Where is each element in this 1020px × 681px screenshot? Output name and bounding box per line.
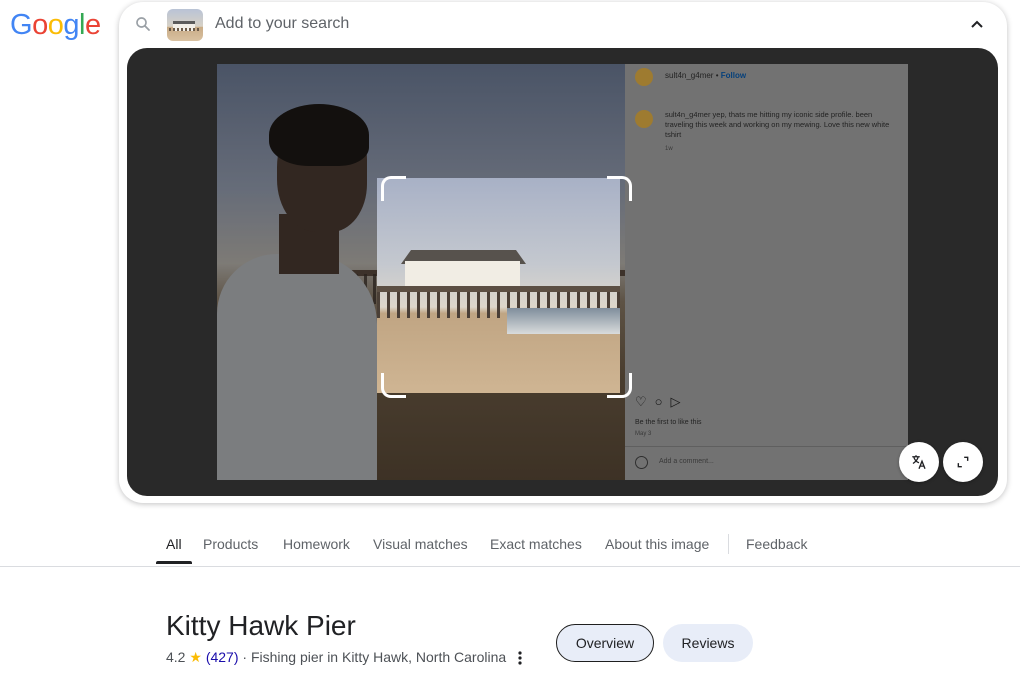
crop-handle-bottom-right[interactable] (607, 373, 632, 398)
place-category: · Fishing pier in Kitty Hawk, North Caro… (242, 649, 507, 665)
tab-about-this-image[interactable]: About this image (605, 536, 709, 552)
crop-handle-top-right[interactable] (607, 176, 632, 201)
star-icon: ★ (189, 649, 202, 665)
page-title: Kitty Hawk Pier (166, 610, 356, 641)
place-meta: 4.2 ★ (427) · Fishing pier in Kitty Hawk… (166, 649, 506, 666)
search-image-thumbnail[interactable] (167, 9, 203, 41)
uploaded-image: sult4n_g4mer • Follow sult4n_g4mer yep, … (217, 64, 908, 480)
tab-visual-matches[interactable]: Visual matches (373, 536, 468, 552)
tab-homework[interactable]: Homework (283, 536, 350, 552)
image-viewer: sult4n_g4mer • Follow sult4n_g4mer yep, … (127, 48, 998, 496)
crop-handle-bottom-left[interactable] (381, 373, 406, 398)
chevron-up-icon[interactable] (969, 16, 985, 32)
expand-icon (957, 456, 969, 468)
reviews-button[interactable]: Reviews (663, 624, 753, 662)
logo-letter: e (84, 9, 101, 41)
logo-letter: o (32, 9, 48, 41)
crop-selection[interactable] (377, 178, 620, 393)
crop-handle-top-left[interactable] (381, 176, 406, 201)
search-box: Add to your search sult4n_g4mer • Follow (119, 2, 1007, 503)
logo-letter: o (47, 9, 64, 41)
overview-button[interactable]: Overview (556, 624, 654, 662)
tab-divider (728, 534, 729, 554)
tab-products[interactable]: Products (203, 536, 258, 552)
rating-value: 4.2 (166, 649, 186, 665)
search-input[interactable]: Add to your search (215, 15, 349, 33)
fullscreen-button[interactable] (943, 442, 983, 482)
review-count-link[interactable]: (427) (206, 649, 239, 665)
tab-exact-matches[interactable]: Exact matches (490, 536, 582, 552)
translate-icon (912, 455, 926, 470)
translate-button[interactable] (899, 442, 939, 482)
logo-letter: g (63, 9, 79, 41)
logo-letter: G (10, 9, 33, 41)
google-logo[interactable]: Google (10, 9, 101, 42)
tab-all[interactable]: All (166, 536, 182, 552)
search-icon (136, 17, 150, 31)
feedback-link[interactable]: Feedback (746, 536, 807, 552)
search-tabs: All Products Homework Visual matches Exa… (0, 520, 1020, 567)
active-tab-indicator (156, 561, 192, 564)
more-vert-icon[interactable] (514, 649, 526, 667)
